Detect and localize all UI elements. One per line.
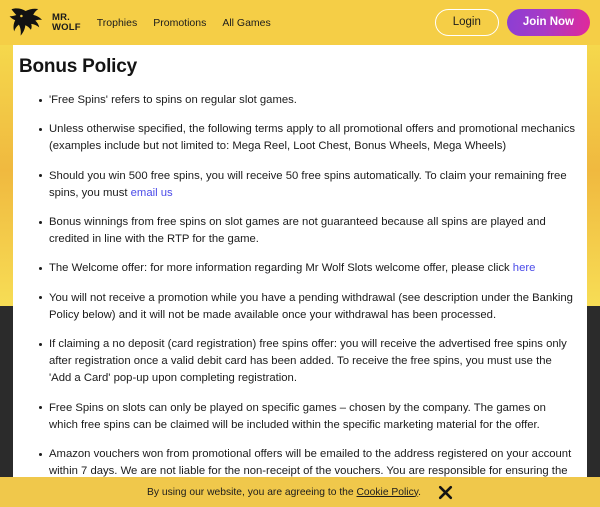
logo-text-line2: WOLF — [52, 21, 81, 33]
policy-item-text: The Welcome offer: for more information … — [49, 262, 513, 275]
policy-item-text: 'Free Spins' refers to spins on regular … — [49, 94, 297, 106]
policy-item-text: Should you win 500 free spins, you will … — [49, 169, 567, 199]
cookie-text-after: . — [418, 486, 421, 498]
cookie-text-before: By using our website, you are agreeing t… — [147, 486, 357, 498]
policy-list-item: The Welcome offer: for more information … — [39, 260, 575, 277]
left-decor-strip — [0, 45, 13, 507]
page-root: MR. WOLF Trophies Promotions All Games L… — [0, 0, 600, 507]
email-us-link[interactable]: email us — [131, 187, 173, 199]
header-actions: Login Join Now — [434, 8, 590, 37]
policy-list-item: Free Spins on slots can only be played o… — [39, 400, 575, 434]
content-area: Bonus Policy 'Free Spins' refers to spin… — [13, 45, 587, 485]
right-strip-dark — [587, 306, 600, 481]
policy-list-item: 'Free Spins' refers to spins on regular … — [39, 92, 575, 109]
cookie-policy-link[interactable]: Cookie Policy — [357, 487, 419, 498]
policy-item-text: If claiming a no deposit (card registrat… — [49, 338, 567, 385]
left-strip-gradient — [0, 45, 13, 306]
policy-item-text: You will not receive a promotion while y… — [49, 291, 573, 321]
login-button[interactable]: Login — [434, 8, 499, 37]
close-icon[interactable] — [437, 484, 453, 500]
cookie-consent-banner: By using our website, you are agreeing t… — [0, 477, 600, 507]
policy-list-item: Bonus winnings from free spins on slot g… — [39, 214, 575, 248]
right-strip-gradient — [587, 45, 600, 306]
site-header: MR. WOLF Trophies Promotions All Games L… — [0, 0, 600, 45]
policy-item-text: Free Spins on slots can only be played o… — [49, 401, 546, 431]
nav-item-trophies[interactable]: Trophies — [97, 17, 137, 29]
main-nav: Trophies Promotions All Games — [97, 17, 271, 29]
policy-item-text: Unless otherwise specified, the followin… — [49, 123, 575, 153]
left-strip-dark — [0, 306, 13, 481]
policy-list-item: If claiming a no deposit (card registrat… — [39, 336, 575, 388]
page-title: Bonus Policy — [19, 56, 137, 77]
policy-list-item: You will not receive a promotion while y… — [39, 290, 575, 324]
right-decor-strip — [587, 45, 600, 507]
here-link[interactable]: here — [513, 262, 536, 274]
wolf-head-icon — [9, 6, 49, 40]
policy-list-item: Unless otherwise specified, the followin… — [39, 121, 575, 155]
site-logo[interactable]: MR. WOLF — [9, 6, 81, 40]
policy-list: 'Free Spins' refers to spins on regular … — [13, 92, 587, 485]
policy-item-text: Bonus winnings from free spins on slot g… — [49, 216, 546, 246]
join-now-button[interactable]: Join Now — [506, 8, 590, 37]
policy-list-item: Should you win 500 free spins, you will … — [39, 168, 575, 202]
cookie-banner-text: By using our website, you are agreeing t… — [147, 487, 421, 498]
nav-item-all-games[interactable]: All Games — [222, 17, 270, 29]
nav-item-promotions[interactable]: Promotions — [153, 17, 206, 29]
